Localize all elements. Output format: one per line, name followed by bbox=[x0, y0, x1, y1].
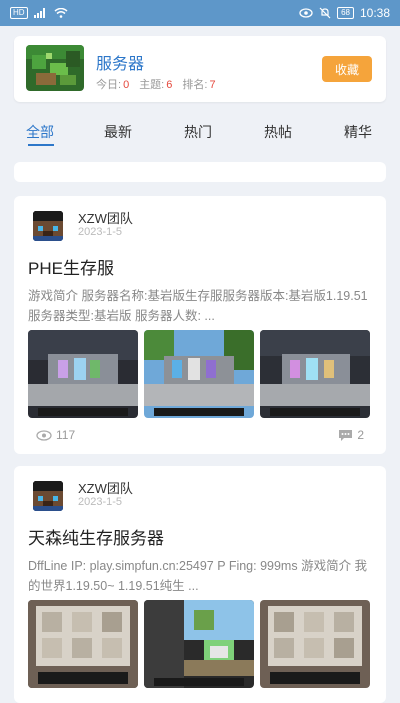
signal-icon bbox=[33, 8, 48, 18]
today-stat: 今日: 0 bbox=[96, 79, 130, 91]
post-card[interactable]: XZW团队 2023-1-5 天森纯生存服务器 DffLine IP: play… bbox=[14, 466, 386, 703]
tab-hot[interactable]: 热门 bbox=[184, 122, 212, 142]
post-title[interactable]: 天森纯生存服务器 bbox=[28, 524, 164, 549]
post-excerpt: DffLine IP: play.simpfun.cn:25497 P Fing… bbox=[28, 559, 368, 593]
tab-featured[interactable]: 精华 bbox=[344, 122, 372, 142]
post-date: 2023-1-5 bbox=[78, 496, 123, 508]
topics-stat: 主题: 6 bbox=[139, 79, 173, 91]
rank-stat: 排名: 7 bbox=[182, 79, 216, 91]
post-excerpt: 游戏简介 服务器名称:基岩版生存服服务器版本:基岩版1.19.51 服务器类型:… bbox=[28, 289, 368, 323]
post-image[interactable] bbox=[260, 330, 370, 418]
avatar[interactable] bbox=[28, 206, 68, 246]
post-image[interactable] bbox=[28, 600, 138, 688]
hd-indicator: HD bbox=[10, 7, 28, 19]
favorite-button[interactable]: 收藏 bbox=[322, 56, 372, 82]
battery-icon: 68 bbox=[337, 7, 354, 19]
post-image[interactable] bbox=[260, 600, 370, 688]
avatar[interactable] bbox=[28, 476, 68, 516]
post-images bbox=[28, 600, 370, 688]
eye-icon bbox=[299, 8, 313, 18]
post-card[interactable]: XZW团队 2023-1-5 PHE生存服 游戏简介 服务器名称:基岩版生存服服… bbox=[14, 196, 386, 454]
tab-all[interactable]: 全部 bbox=[26, 122, 54, 142]
forum-stats: 今日: 0 主题: 6 排名: 7 bbox=[96, 76, 216, 92]
comment-count[interactable]: 2 bbox=[338, 428, 364, 442]
tab-hot-posts[interactable]: 热帖 bbox=[264, 122, 292, 142]
post-images bbox=[28, 330, 370, 418]
wifi-icon bbox=[54, 8, 68, 18]
comment-icon bbox=[338, 429, 353, 442]
author-name[interactable]: XZW团队 bbox=[78, 478, 133, 497]
active-tab-indicator bbox=[28, 144, 54, 146]
view-count: 117 bbox=[36, 428, 75, 442]
post-title[interactable]: PHE生存服 bbox=[28, 254, 114, 279]
status-bar: HD 68 10:38 bbox=[0, 0, 400, 26]
forum-thumbnail bbox=[26, 45, 84, 91]
tab-latest[interactable]: 最新 bbox=[104, 122, 132, 142]
forum-name: 服务器 bbox=[96, 56, 145, 73]
post-image[interactable] bbox=[28, 330, 138, 418]
author-name[interactable]: XZW团队 bbox=[78, 208, 133, 227]
post-image[interactable] bbox=[144, 330, 254, 418]
tab-bar: 全部 最新 热门 热帖 精华 bbox=[0, 116, 400, 148]
clock: 10:38 bbox=[359, 6, 390, 20]
eye-icon bbox=[36, 429, 52, 441]
post-image[interactable] bbox=[144, 600, 254, 688]
post-date: 2023-1-5 bbox=[78, 226, 123, 238]
mute-bell-icon bbox=[319, 7, 331, 19]
notice-strip bbox=[14, 162, 386, 182]
